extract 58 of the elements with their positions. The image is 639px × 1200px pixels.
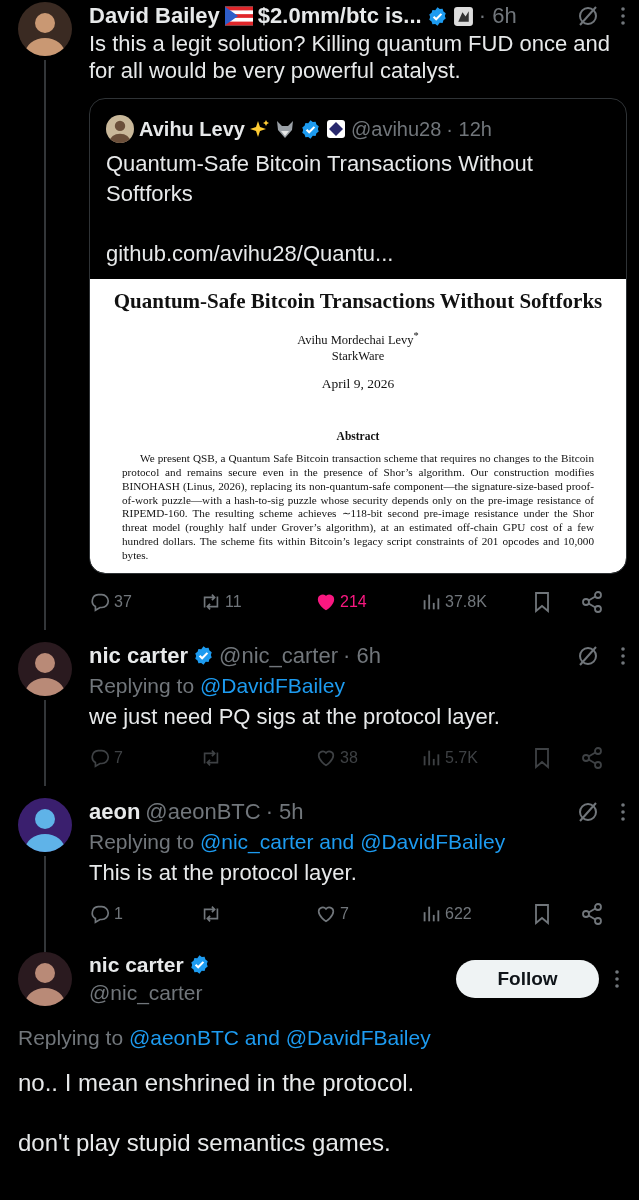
share-icon[interactable] bbox=[580, 589, 604, 614]
abstract-text: We present QSB, a Quantum Safe Bitcoin transaction scheme that requires no changes to the Bitcoin protocol and remains secure even in the presence of Shor’s algorithm. Our construction modifies BINOHASH (Linus, 2026), replacing its non-quantum-safe component—the signature-size-based proof-of-work puzzle—with a hash-to-sig puzzle whose security depends only on the pre-image resistance of RIPEMD-160. The resulting scheme achieves ∼118-bit second pre-image resistance under the Shor threat model (roughly half under Grover’s algorithm), at an estimated off-chain GPU cost of a few hundred dollars. The scheme fits within Bitcoin’s legacy script constraints of 201 opcodes and 10,000 bytes. bbox=[122, 452, 594, 563]
mention-link[interactable]: @nic_carter and @DavidFBailey bbox=[199, 829, 506, 853]
like-button[interactable]: 7 bbox=[315, 902, 420, 925]
author-name-suffix: $2.0mm/btc is... bbox=[257, 3, 422, 29]
affiliate-icon bbox=[325, 119, 346, 139]
like-button[interactable]: 214 bbox=[315, 590, 420, 613]
author-handle: @nic_carter bbox=[89, 980, 204, 1005]
more-icon[interactable] bbox=[619, 6, 627, 26]
more-icon[interactable] bbox=[619, 801, 627, 822]
wolf-icon bbox=[274, 119, 295, 139]
reply-button[interactable]: 37 bbox=[89, 590, 200, 613]
post-text: Is this a legit solution? Killing quantum FUD once and for all would be very powerful catalyst. bbox=[89, 30, 611, 84]
repost-button[interactable]: 11 bbox=[200, 590, 315, 613]
avatar[interactable] bbox=[18, 797, 72, 852]
paper-title: Quantum-Safe Bitcoin Transactions Without Softforks bbox=[112, 289, 604, 314]
post-time: · 5h bbox=[265, 798, 304, 825]
follow-button[interactable]: Follow bbox=[456, 959, 599, 998]
author-handle: @avihu28 bbox=[350, 117, 442, 141]
quoted-post-text: Quantum-Safe Bitcoin Transactions Without Softforks bbox=[106, 150, 534, 208]
post-time: · 12h bbox=[446, 117, 492, 141]
author-name: nic carter bbox=[89, 642, 189, 669]
paper-date: April 9, 2026 bbox=[320, 376, 396, 393]
author-name: aeon bbox=[89, 798, 141, 825]
author-name: Avihu Levy bbox=[139, 117, 245, 141]
more-icon[interactable] bbox=[619, 645, 627, 666]
replying-to-text: Replying to @nic_carter and @DavidFBailey bbox=[89, 828, 507, 856]
abstract-heading: Abstract bbox=[335, 430, 381, 443]
post-time: · 6h bbox=[343, 642, 381, 669]
avatar[interactable] bbox=[106, 115, 134, 143]
views-button[interactable]: 622 bbox=[420, 902, 530, 925]
more-icon[interactable] bbox=[613, 968, 621, 989]
reply-button[interactable]: 1 bbox=[89, 902, 200, 925]
replying-to-text: Replying to @DavidFBailey bbox=[89, 672, 346, 699]
mention-link[interactable]: @aeonBTC and @DavidFBailey bbox=[128, 1025, 431, 1049]
post-text: This is at the protocol layer. bbox=[89, 858, 358, 886]
author-name: nic carter bbox=[89, 952, 184, 977]
paper-affiliation: StarkWare bbox=[330, 348, 386, 365]
post-time: · 6h bbox=[478, 3, 517, 29]
post-text: don't play stupid semantics games. bbox=[18, 1127, 392, 1158]
author-handle: @aeonBTC bbox=[145, 798, 261, 825]
share-icon[interactable] bbox=[580, 901, 604, 926]
link-text[interactable]: github.com/avihu28/Quantu... bbox=[106, 239, 610, 269]
avatar[interactable] bbox=[18, 2, 72, 56]
post-text: we just need PQ sigs at the protocol layer. bbox=[89, 702, 501, 730]
avatar[interactable] bbox=[18, 951, 72, 1006]
mention-link[interactable]: @DavidFBailey bbox=[199, 673, 345, 697]
post-text: no.. I mean enshrined in the protocol. bbox=[18, 1067, 416, 1098]
author-handle: @nic_carter bbox=[219, 642, 338, 669]
replying-to-text: Replying to @aeonBTC and @DavidFBailey bbox=[18, 1025, 432, 1050]
sparkles-icon bbox=[249, 119, 270, 139]
flag-icon bbox=[224, 6, 253, 26]
avatar[interactable] bbox=[18, 641, 72, 696]
quoted-post-card[interactable] bbox=[89, 98, 627, 574]
paper-author: Avihu Mordechai Levy$^{*}$ bbox=[296, 329, 420, 349]
views-button[interactable]: 37.8K bbox=[420, 590, 530, 613]
slashed-circle-icon[interactable] bbox=[576, 4, 600, 28]
author-name: David Bailey bbox=[89, 3, 220, 29]
